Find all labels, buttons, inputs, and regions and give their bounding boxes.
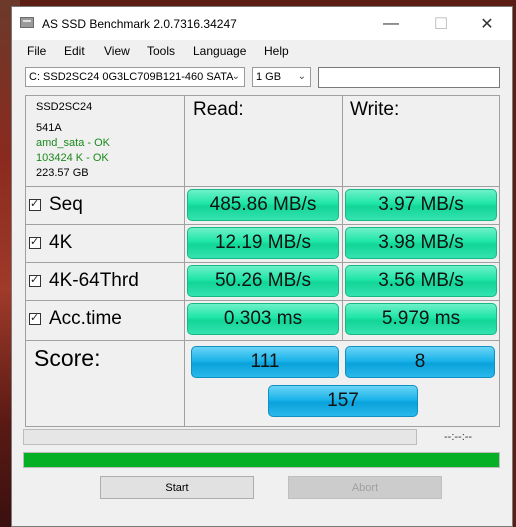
text-field[interactable] (318, 67, 500, 88)
menu-tools[interactable]: Tools (147, 44, 175, 58)
elapsed-time: --:--:-- (444, 431, 473, 443)
acc-time-write-result: 5.979 ms (345, 303, 497, 335)
checkbox-icon[interactable] (29, 311, 41, 325)
row-4k-64thrd[interactable]: 4K-64Thrd (27, 264, 182, 298)
row-4k[interactable]: 4K (27, 226, 182, 260)
row-acc-time[interactable]: Acc.time (27, 302, 182, 336)
overall-progress-fill (24, 453, 499, 467)
abort-button[interactable]: Abort (288, 476, 442, 499)
window-title: AS SSD Benchmark 2.0.7316.34247 (42, 17, 237, 31)
drive-firmware: 541A (36, 122, 62, 134)
read-column-header: Read: (193, 99, 244, 120)
start-button[interactable]: Start (100, 476, 254, 499)
checkbox-icon[interactable] (29, 235, 41, 249)
4k-read-result: 12.19 MB/s (187, 227, 339, 259)
menu-file[interactable]: File (27, 44, 46, 58)
write-score: 8 (345, 346, 495, 378)
row-label-4k-64thrd: 4K-64Thrd (49, 270, 139, 291)
close-button[interactable]: ✕ (464, 7, 510, 40)
drive-select[interactable]: C: SSD2SC24 0G3LC709B121-460 SATA ⌄ (25, 67, 245, 87)
score-label: Score: (34, 345, 101, 371)
menu-bar: File Edit View Tools Language Help (12, 41, 512, 61)
acc-time-read-result: 0.303 ms (187, 303, 339, 335)
minimize-button[interactable]: — (368, 7, 414, 40)
grid-divider (25, 262, 500, 263)
alignment-status: 103424 K - OK (36, 152, 109, 164)
drive-model: SSD2SC24 (36, 101, 93, 113)
grid-divider (184, 95, 185, 427)
grid-divider (25, 340, 500, 341)
seq-read-result: 485.86 MB/s (187, 189, 339, 221)
write-column-header: Write: (350, 99, 400, 120)
menu-language[interactable]: Language (193, 44, 246, 58)
grid-divider (25, 224, 500, 225)
driver-status: amd_sata - OK (36, 137, 110, 149)
menu-edit[interactable]: Edit (64, 44, 85, 58)
row-seq[interactable]: Seq (27, 188, 182, 222)
app-window: AS SSD Benchmark 2.0.7316.34247 — ☐ ✕ Fi… (11, 6, 513, 527)
grid-divider (25, 186, 500, 187)
size-select[interactable]: 1 GB ⌄ (252, 67, 311, 87)
4k-write-result: 3.98 MB/s (345, 227, 497, 259)
drive-icon (20, 17, 34, 28)
grid-divider (25, 300, 500, 301)
title-bar: AS SSD Benchmark 2.0.7316.34247 — ☐ ✕ (12, 7, 512, 40)
chevron-down-icon: ⌄ (297, 71, 306, 82)
maximize-button[interactable]: ☐ (418, 7, 464, 40)
total-score: 157 (268, 385, 418, 417)
size-select-value: 1 GB (256, 71, 282, 83)
row-label-acc-time: Acc.time (49, 308, 122, 329)
4k-64thrd-read-result: 50.26 MB/s (187, 265, 339, 297)
drive-select-value: C: SSD2SC24 0G3LC709B121-460 SATA (29, 71, 234, 83)
seq-write-result: 3.97 MB/s (345, 189, 497, 221)
overall-progress-bar (23, 452, 500, 468)
chevron-down-icon: ⌄ (231, 71, 240, 82)
4k-64thrd-write-result: 3.56 MB/s (345, 265, 497, 297)
drive-capacity: 223.57 GB (36, 167, 89, 179)
row-label-seq: Seq (49, 194, 83, 215)
benchmark-progress-bar (23, 429, 417, 445)
checkbox-icon[interactable] (29, 273, 41, 287)
menu-help[interactable]: Help (264, 44, 289, 58)
grid-divider (342, 95, 343, 340)
checkbox-icon[interactable] (29, 197, 41, 211)
read-score: 111 (191, 346, 339, 378)
menu-view[interactable]: View (104, 44, 130, 58)
row-label-4k: 4K (49, 232, 73, 253)
